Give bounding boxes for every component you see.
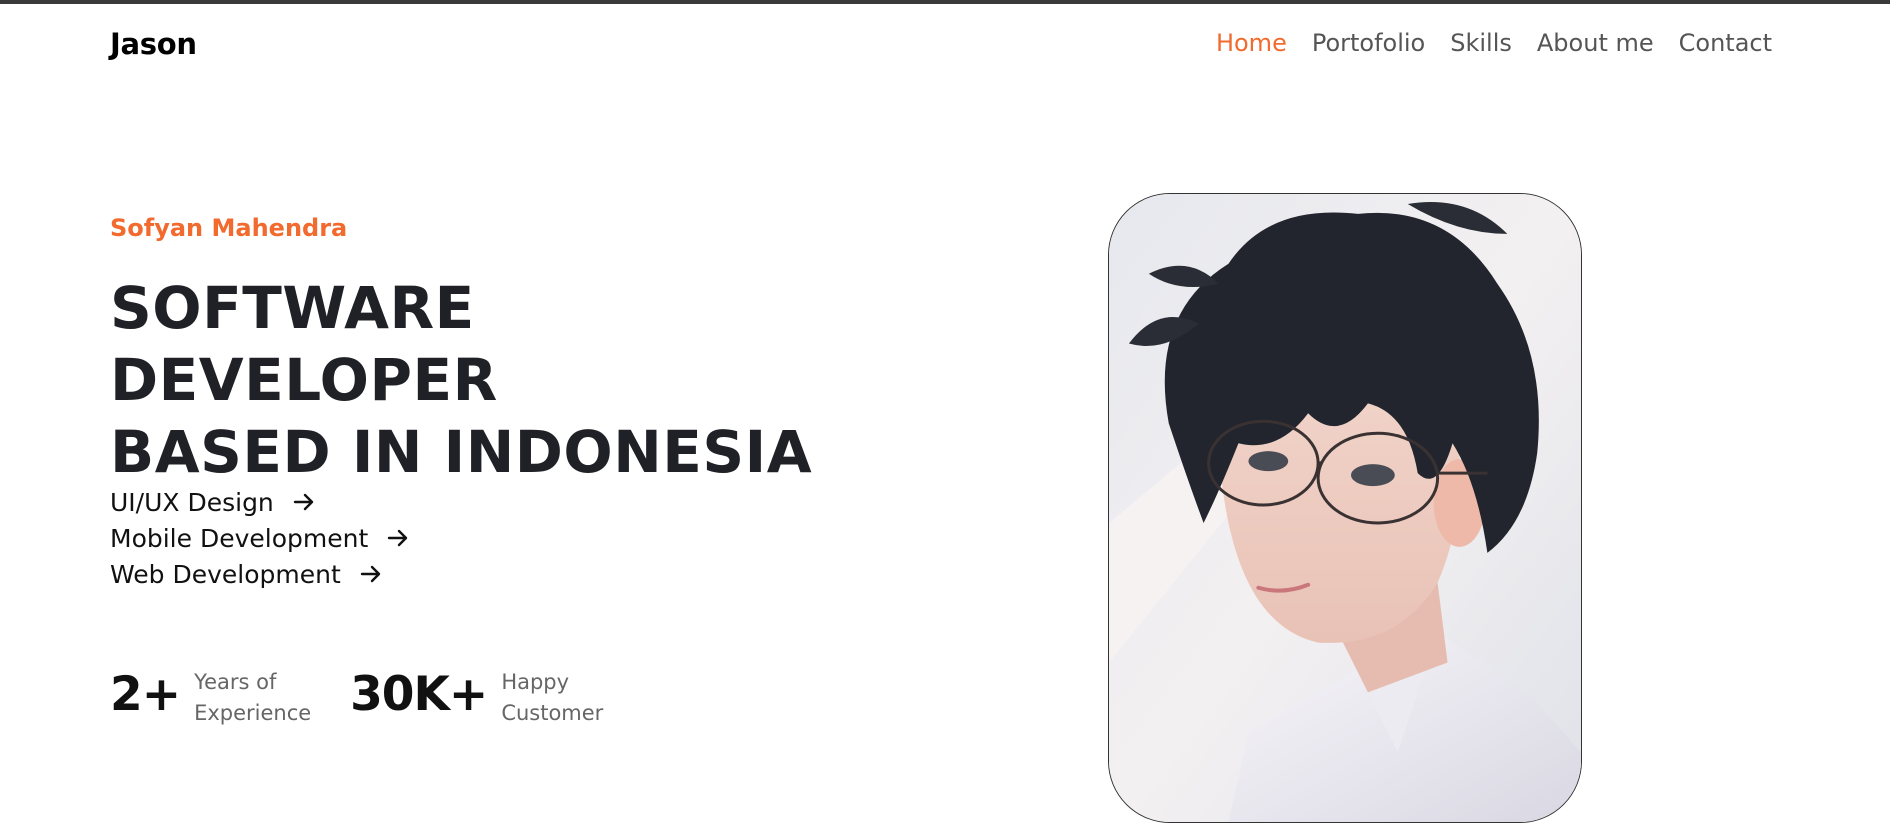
nav-portofolio[interactable]: Portofolio <box>1312 29 1425 57</box>
stat-label-line-1: Happy <box>501 670 570 694</box>
stat-label-line-2: Experience <box>194 701 312 725</box>
service-label: Web Development <box>110 559 341 589</box>
service-label: Mobile Development <box>110 523 369 553</box>
profile-portrait <box>1108 193 1582 823</box>
stat-label-line-2: Customer <box>501 701 604 725</box>
brand-logo[interactable]: Jason <box>110 27 197 61</box>
stat-value: 2+ <box>110 667 181 722</box>
portrait-illustration <box>1109 194 1581 822</box>
hero-name: Sofyan Mahendra <box>110 214 348 242</box>
nav-contact[interactable]: Contact <box>1679 29 1772 57</box>
headline-line-2: BASED IN INDONESIA <box>110 418 813 486</box>
nav-about-me[interactable]: About me <box>1537 29 1654 57</box>
stat-label: Happy Customer <box>501 667 621 729</box>
stat-label-line-1: Years of <box>194 670 277 694</box>
stat-customers: 30K+ Happy Customer <box>350 667 621 729</box>
service-label: UI/UX Design <box>110 487 274 517</box>
arrow-right-icon <box>293 493 313 511</box>
stats-row: 2+ Years of Experience 30K+ Happy Custom… <box>110 667 657 729</box>
main-nav: Home Portofolio Skills About me Contact <box>1216 29 1772 57</box>
hero-headline: SOFTWARE DEVELOPER BASED IN INDONESIA <box>110 272 870 488</box>
stat-value: 30K+ <box>350 667 488 722</box>
arrow-right-icon <box>388 529 408 547</box>
service-web-development[interactable]: Web Development <box>110 559 410 589</box>
arrow-right-icon <box>360 565 380 583</box>
stat-experience: 2+ Years of Experience <box>110 667 314 729</box>
headline-line-1: SOFTWARE DEVELOPER <box>110 274 498 414</box>
service-mobile-development[interactable]: Mobile Development <box>110 523 410 553</box>
services-list: UI/UX Design Mobile Development Web Deve… <box>110 487 410 589</box>
nav-home[interactable]: Home <box>1216 29 1287 57</box>
nav-skills[interactable]: Skills <box>1450 29 1512 57</box>
service-uiux-design[interactable]: UI/UX Design <box>110 487 410 517</box>
stat-label: Years of Experience <box>194 667 314 729</box>
top-border <box>0 0 1890 4</box>
